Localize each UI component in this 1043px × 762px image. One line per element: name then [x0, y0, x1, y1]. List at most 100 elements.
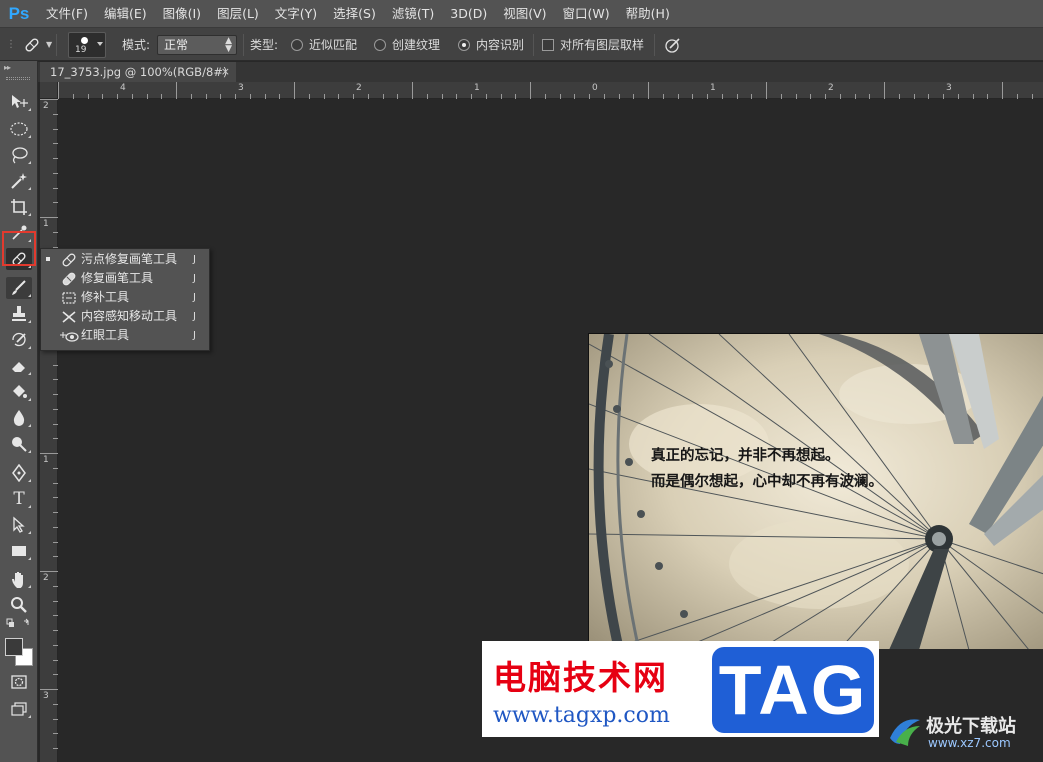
healing-tools-flyout: 污点修复画笔工具 J 修复画笔工具 J 修补工具 J 内容感知移动工具 J 红眼…	[40, 248, 210, 351]
brush-tip-icon	[81, 37, 88, 44]
vertical-ruler[interactable]: 2 1 0 1 2 3	[40, 99, 58, 762]
blur-tool[interactable]	[6, 407, 32, 429]
radio-proximity-match[interactable]: 近似匹配	[291, 28, 357, 61]
elliptical-marquee-icon	[10, 122, 28, 136]
ruler-label: 3	[238, 83, 244, 93]
flyout-shortcut: J	[193, 330, 196, 341]
marquee-tool[interactable]	[6, 118, 32, 140]
menu-filter[interactable]: 滤镜(T)	[384, 0, 442, 28]
pen-icon	[12, 464, 26, 482]
ruler-label: 3	[43, 691, 49, 701]
ruler-label: 2	[828, 83, 834, 93]
menu-image[interactable]: 图像(I)	[155, 0, 209, 28]
paint-bucket-tool[interactable]	[6, 381, 32, 403]
canvas-text-line-1: 真正的忘记，并非不再想起。	[651, 447, 840, 464]
tool-preset-picker[interactable]: ⋮ ▼	[6, 28, 52, 61]
separator	[243, 34, 244, 56]
stamp-icon	[12, 306, 26, 321]
hand-tool[interactable]	[6, 568, 32, 590]
blur-drop-icon	[13, 410, 25, 426]
path-selection-tool[interactable]	[6, 514, 32, 536]
ruler-origin[interactable]	[40, 82, 58, 99]
menu-edit[interactable]: 编辑(E)	[96, 0, 155, 28]
eraser-tool[interactable]	[6, 355, 32, 377]
pen-pressure-icon	[665, 37, 680, 53]
brush-size-value: 19	[75, 45, 87, 55]
menu-select[interactable]: 选择(S)	[325, 0, 384, 28]
flyout-item-red-eye[interactable]: 红眼工具 J	[41, 326, 209, 345]
collapse-arrows-icon[interactable]: ▸▸	[4, 63, 11, 72]
separator	[654, 34, 655, 56]
document-canvas-image[interactable]: 真正的忘记，并非不再想起。 而是偶尔想起，心中却不再有波澜。	[588, 333, 1043, 649]
rectangle-tool[interactable]	[6, 540, 32, 562]
spot-healing-brush-icon	[58, 252, 80, 267]
menu-file[interactable]: 文件(F)	[38, 0, 96, 28]
screen-mode-button[interactable]	[6, 698, 32, 720]
type-t-icon: T	[13, 489, 25, 509]
flyout-item-healing-brush[interactable]: 修复画笔工具 J	[41, 269, 209, 288]
quick-mask-icon	[11, 675, 27, 689]
lasso-icon	[12, 147, 28, 164]
radio-create-texture[interactable]: 创建纹理	[374, 28, 440, 61]
swap-colors-icon	[6, 618, 29, 627]
mode-select[interactable]: 正常 ▲ ▼	[157, 35, 237, 55]
ruler-label: 1	[474, 83, 480, 93]
radio-icon	[291, 38, 303, 51]
close-icon[interactable]: ×	[221, 62, 230, 82]
menu-type[interactable]: 文字(Y)	[267, 0, 325, 28]
red-eye-icon	[58, 328, 80, 343]
move-tool[interactable]	[6, 91, 32, 113]
grip-icon: ⋮	[6, 39, 16, 50]
separator	[56, 34, 57, 56]
sample-all-layers-checkbox[interactable]: 对所有图层取样	[542, 28, 644, 61]
crop-tool[interactable]	[6, 196, 32, 218]
document-tab[interactable]: 17_3753.jpg @ 100%(RGB/8#) ×	[40, 62, 236, 82]
pen-tool[interactable]	[6, 462, 32, 484]
brush-preset-picker[interactable]: 19	[68, 32, 106, 58]
dodge-tool[interactable]	[6, 433, 32, 455]
watermark-site-url: www.tagxp.com	[493, 703, 670, 728]
paint-bucket-icon	[13, 385, 27, 398]
lasso-tool[interactable]	[6, 144, 32, 166]
radio-content-aware[interactable]: 内容识别	[458, 28, 524, 61]
checkbox-icon	[542, 38, 554, 51]
magic-wand-tool[interactable]	[6, 170, 32, 192]
menu-3d[interactable]: 3D(D)	[442, 0, 495, 28]
clone-stamp-tool[interactable]	[6, 303, 32, 325]
ruler-label: 2	[43, 101, 49, 111]
menu-window[interactable]: 窗口(W)	[555, 0, 618, 28]
default-colors-button[interactable]	[6, 617, 32, 631]
menu-layer[interactable]: 图层(L)	[209, 0, 267, 28]
flyout-label: 红眼工具	[81, 328, 130, 342]
content-aware-move-icon	[58, 309, 80, 324]
flyout-item-patch[interactable]: 修补工具 J	[41, 288, 209, 307]
ruler-label: 2	[43, 573, 49, 583]
flyout-item-content-aware-move[interactable]: 内容感知移动工具 J	[41, 307, 209, 326]
radio-proximity-match-label: 近似匹配	[309, 38, 358, 52]
chevron-down-icon	[97, 42, 103, 46]
document-tab-title: 17_3753.jpg @ 100%(RGB/8#)	[50, 65, 228, 79]
panel-grip[interactable]	[6, 77, 30, 80]
pressure-toggle[interactable]	[664, 28, 682, 61]
sample-all-layers-label: 对所有图层取样	[560, 38, 645, 52]
type-tool[interactable]: T	[6, 488, 32, 510]
ferris-wheel-photo	[589, 334, 1043, 649]
menu-help[interactable]: 帮助(H)	[618, 0, 678, 28]
flyout-item-spot-healing-brush[interactable]: 污点修复画笔工具 J	[41, 250, 209, 269]
quick-mask-button[interactable]	[6, 671, 32, 693]
type-label: 类型:	[250, 38, 279, 52]
flyout-shortcut: J	[193, 311, 196, 322]
ruler-label: 4	[120, 83, 126, 93]
document-tab-bar: 17_3753.jpg @ 100%(RGB/8#) ×	[38, 62, 1043, 82]
zoom-tool[interactable]	[6, 594, 32, 616]
menu-bar: Ps 文件(F) 编辑(E) 图像(I) 图层(L) 文字(Y) 选择(S) 滤…	[0, 0, 1043, 28]
horizontal-ruler[interactable]: 4 3 2 1 0 1 2 3	[58, 82, 1043, 99]
radio-selected-icon	[458, 38, 470, 51]
ruler-label: 1	[710, 83, 716, 93]
history-brush-tool[interactable]	[6, 329, 32, 351]
radio-icon	[374, 38, 386, 51]
chevron-down-icon: ▼	[46, 40, 53, 49]
menu-view[interactable]: 视图(V)	[495, 0, 554, 28]
brush-tool[interactable]	[6, 277, 32, 299]
foreground-color-swatch-top[interactable]	[5, 638, 23, 656]
